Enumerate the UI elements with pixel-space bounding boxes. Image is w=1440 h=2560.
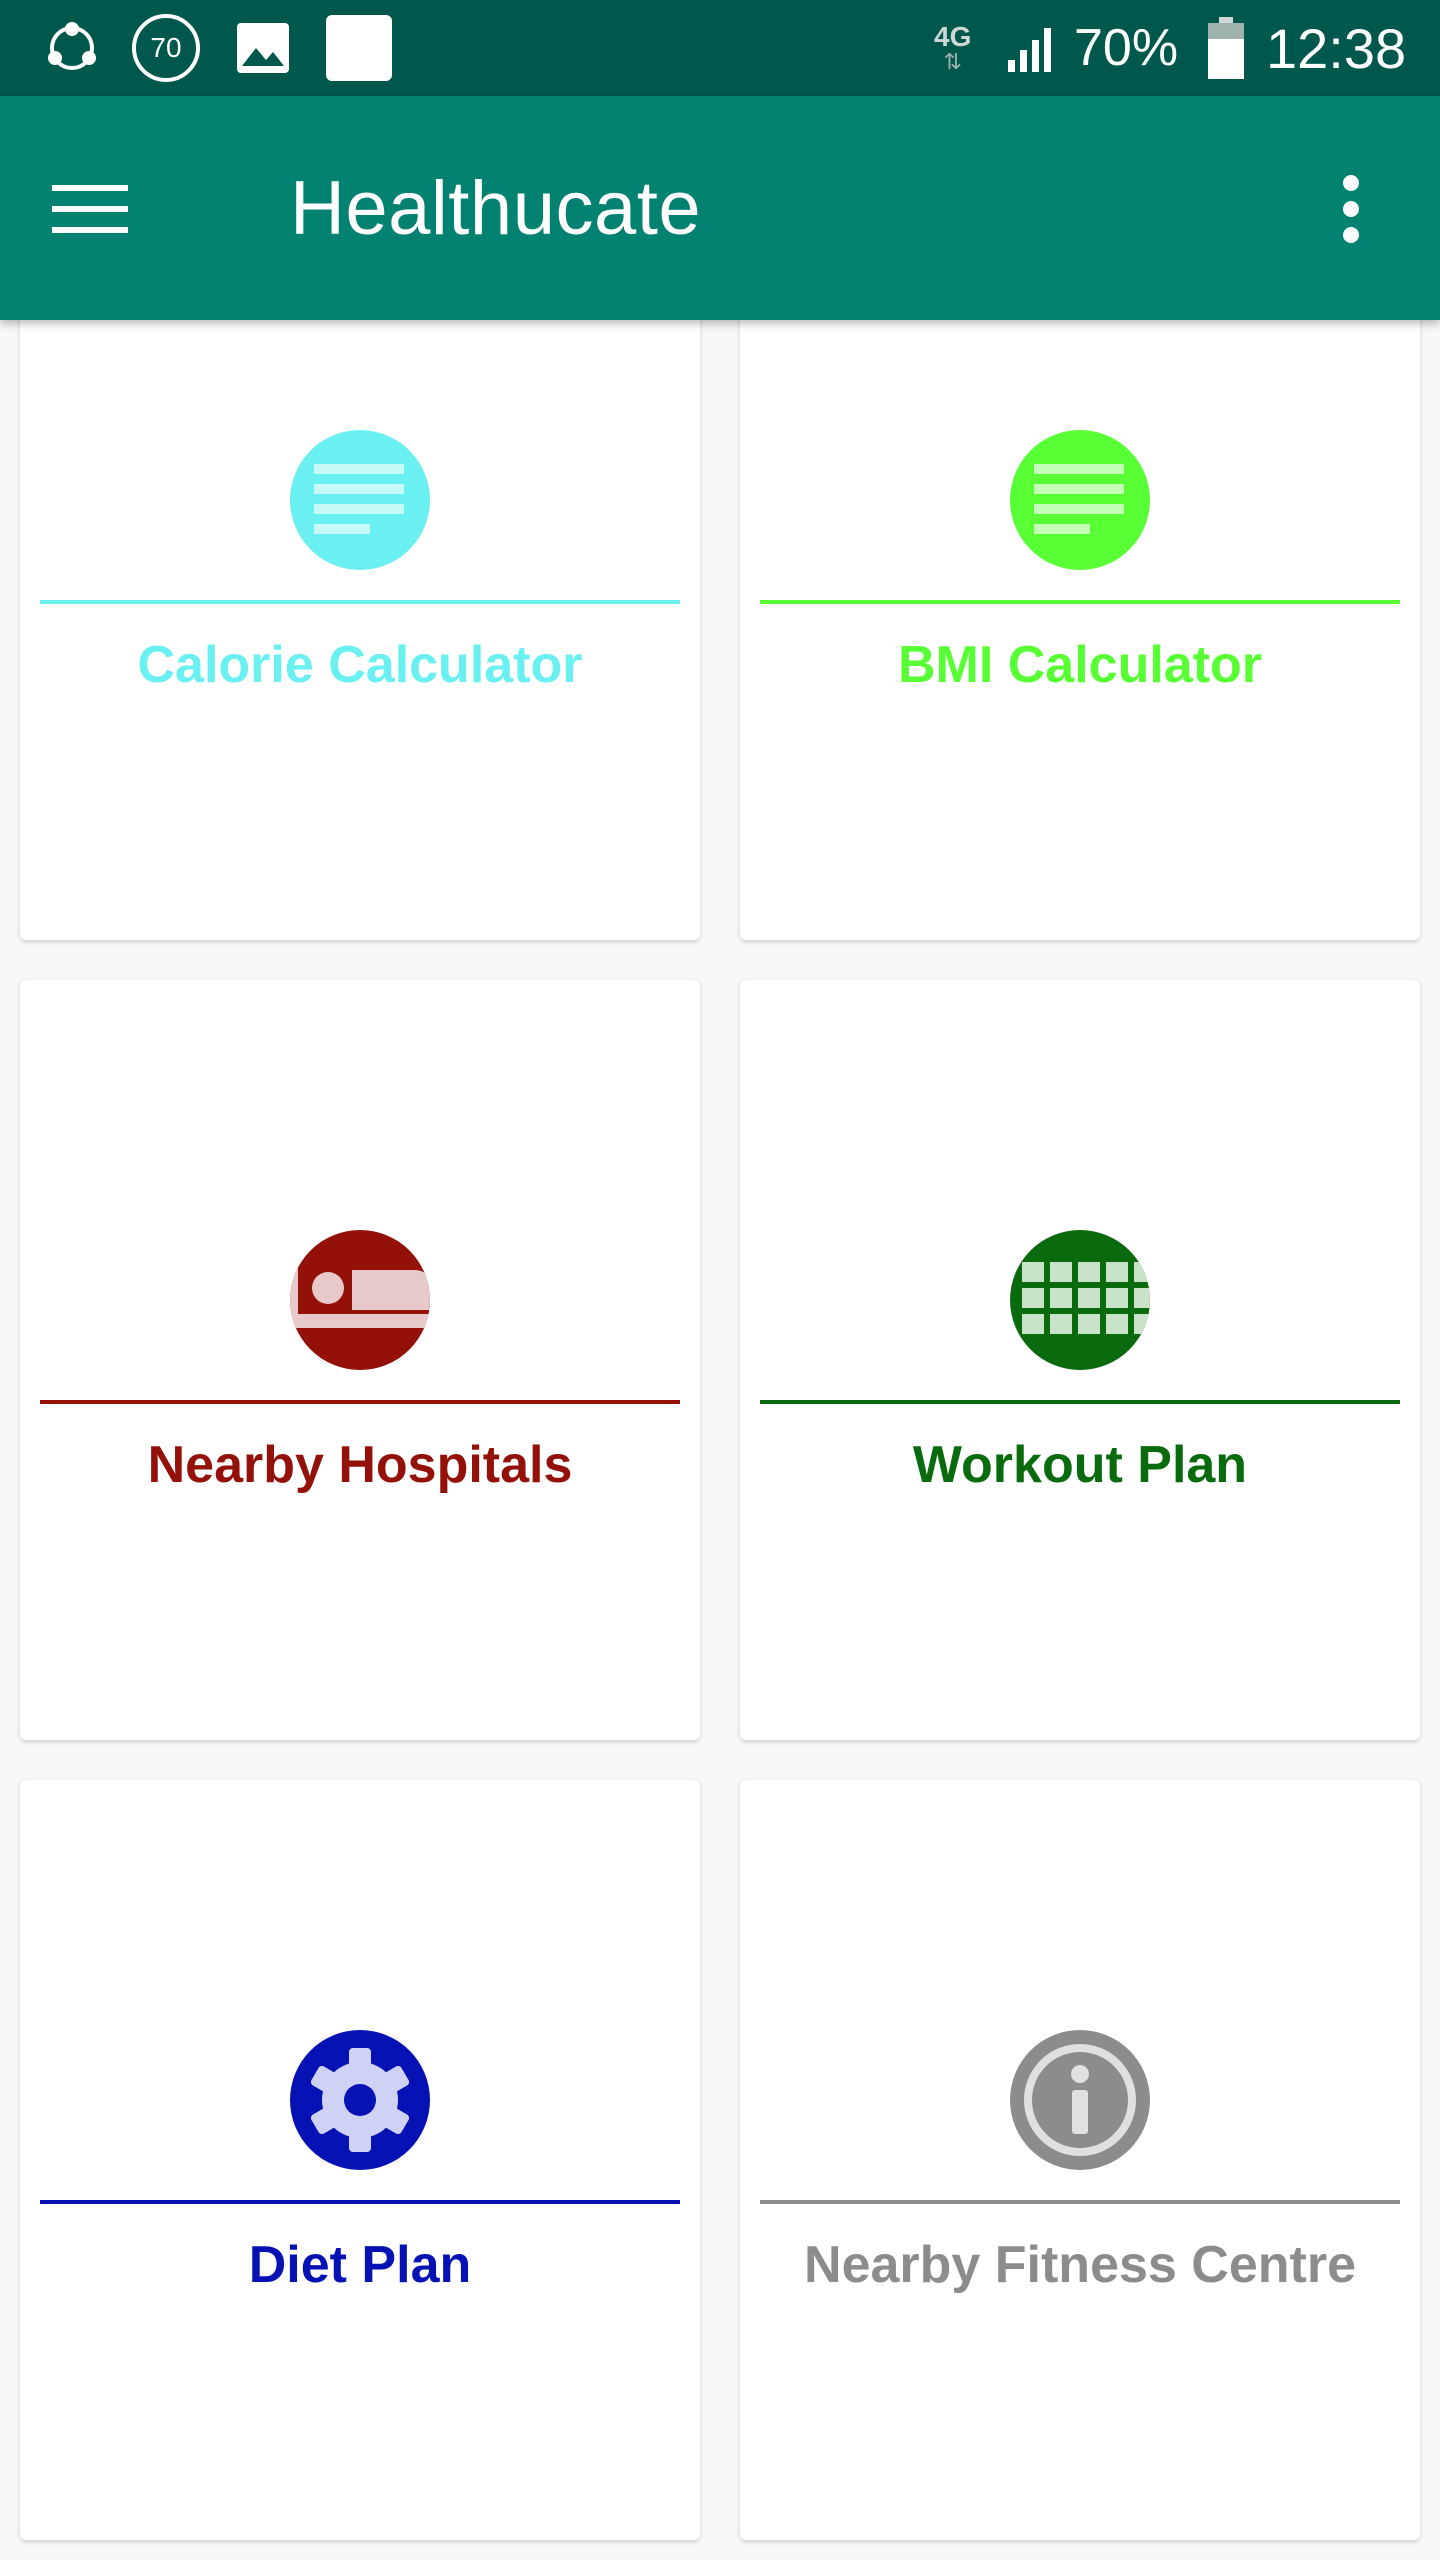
- battery-icon: [1206, 0, 1246, 96]
- hospital-bed-icon: [290, 1230, 430, 1370]
- tile-label: Nearby Fitness Centre: [804, 2236, 1356, 2294]
- tile-divider: [760, 600, 1400, 604]
- gear-icon: [290, 2030, 430, 2170]
- tile-divider: [40, 600, 680, 604]
- tile-divider: [40, 1400, 680, 1404]
- tile-label: Workout Plan: [912, 1436, 1248, 1494]
- tile-nearby-fitness-centre[interactable]: Nearby Fitness Centre: [740, 1780, 1420, 2540]
- tile-divider: [40, 2200, 680, 2204]
- app-bar: Healthucate: [0, 96, 1440, 320]
- signal-icon: [1004, 0, 1062, 96]
- app-title: Healthucate: [290, 165, 702, 251]
- 4g-data-icon: 4G ⇅: [934, 21, 972, 74]
- tile-diet-plan[interactable]: Diet Plan: [20, 1780, 700, 2540]
- tile-nearby-hospitals[interactable]: Nearby Hospitals: [20, 980, 700, 1740]
- tile-label: Calorie Calculator: [137, 636, 583, 694]
- grid-calendar-icon: [1010, 1230, 1150, 1370]
- tile-label: BMI Calculator: [897, 636, 1263, 694]
- tile-divider: [760, 1400, 1400, 1404]
- tile-workout-plan[interactable]: Workout Plan: [740, 980, 1420, 1740]
- badge-70-icon: 70: [132, 0, 204, 96]
- battery-percent: 70%: [1074, 19, 1179, 77]
- info-icon: [1010, 2030, 1150, 2170]
- share-it-icon: [44, 0, 100, 96]
- status-bar: 70 4G ⇅ 70% 12:38: [0, 0, 1440, 96]
- hamburger-menu-icon[interactable]: [52, 154, 172, 264]
- network-label: 4G: [934, 21, 972, 52]
- clock: 12:38: [1266, 16, 1407, 80]
- tile-bmi-calculator[interactable]: BMI Calculator: [740, 300, 1420, 940]
- notes-icon: [1010, 430, 1150, 570]
- tile-label: Diet Plan: [248, 2236, 472, 2294]
- badge-number: 70: [132, 14, 200, 82]
- tile-divider: [760, 2200, 1400, 2204]
- tile-calorie-calculator[interactable]: Calorie Calculator: [20, 300, 700, 940]
- tile-label: Nearby Hospitals: [147, 1436, 573, 1494]
- blank-square-icon: [326, 0, 394, 96]
- notes-icon: [290, 430, 430, 570]
- more-vert-icon[interactable]: [1316, 154, 1386, 264]
- image-icon: [236, 0, 292, 96]
